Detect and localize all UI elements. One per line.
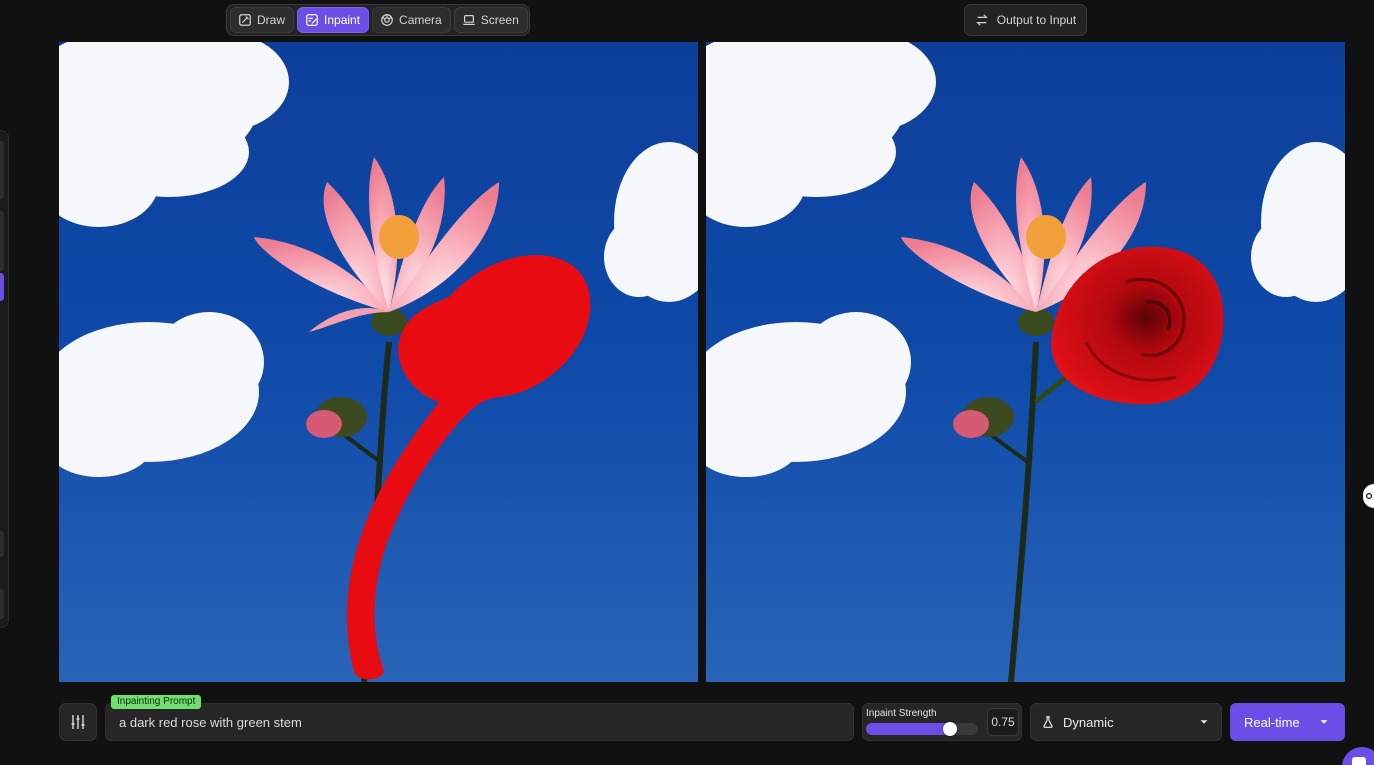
mode-inpaint-button[interactable]: Inpaint <box>297 7 370 33</box>
prompt-tag: Inpainting Prompt <box>111 695 202 709</box>
rail-segment[interactable] <box>0 589 4 619</box>
prompt-input[interactable] <box>105 703 854 741</box>
rail-segment[interactable] <box>0 531 4 557</box>
chat-widget-button[interactable] <box>1342 747 1374 765</box>
sliders-icon <box>71 715 85 729</box>
mode-screen-button[interactable]: Screen <box>453 7 528 33</box>
inpaint-strength-slider[interactable] <box>866 722 978 736</box>
prompt-area: Inpainting Prompt <box>105 695 854 741</box>
inpaint-strength-control: Inpaint Strength <box>862 703 1022 741</box>
left-side-rail[interactable] <box>0 130 9 628</box>
flask-icon <box>1043 716 1053 728</box>
rail-active-indicator <box>0 273 4 301</box>
rail-segment[interactable] <box>0 141 4 199</box>
swap-arrows-icon <box>975 14 988 26</box>
realtime-label: Real-time <box>1244 714 1300 730</box>
input-canvas[interactable] <box>59 42 698 682</box>
slider-fill <box>866 723 950 735</box>
mode-draw-button[interactable]: Draw <box>230 7 295 33</box>
chevron-down-icon <box>1200 720 1208 724</box>
mode-screen-label: Screen <box>480 13 519 27</box>
draw-icon <box>239 14 251 26</box>
chevron-down-icon <box>1320 720 1328 724</box>
inpaint-icon <box>306 14 318 26</box>
input-image <box>59 42 698 682</box>
style-select-value: Dynamic <box>1063 714 1114 730</box>
mode-draw-label: Draw <box>257 13 286 27</box>
slider-thumb[interactable] <box>943 722 957 736</box>
realtime-button[interactable]: Real-time <box>1230 703 1345 741</box>
output-image <box>706 42 1345 682</box>
mode-inpaint-label: Inpaint <box>324 13 361 27</box>
output-canvas[interactable] <box>706 42 1345 682</box>
tab-handle-icon <box>1365 493 1372 499</box>
mode-camera-label: Camera <box>399 13 442 27</box>
mode-camera-button[interactable]: Camera <box>372 7 451 33</box>
inpaint-strength-value[interactable] <box>987 708 1019 736</box>
output-to-input-label: Output to Input <box>996 13 1077 27</box>
screen-icon <box>463 15 475 25</box>
edge-panel-tab[interactable] <box>1363 484 1374 508</box>
inpaint-strength-label: Inpaint Strength <box>866 708 937 719</box>
settings-button[interactable] <box>59 703 97 741</box>
rail-segment[interactable] <box>0 211 4 271</box>
chat-icon <box>1352 757 1366 765</box>
camera-icon <box>381 14 393 26</box>
style-select[interactable]: Dynamic <box>1030 703 1222 741</box>
output-to-input-button[interactable]: Output to Input <box>964 4 1087 36</box>
mode-toolbar: Draw Inpaint Camera Screen <box>226 4 530 36</box>
